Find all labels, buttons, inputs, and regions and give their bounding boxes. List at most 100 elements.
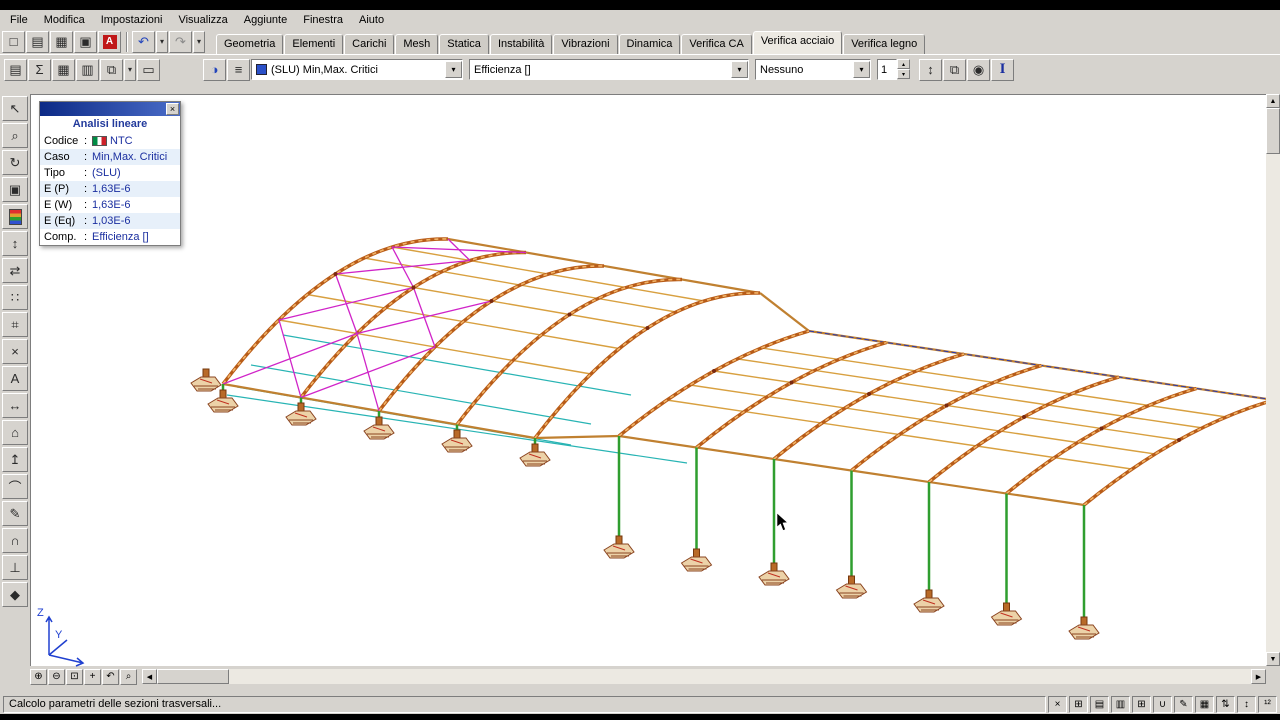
horizontal-scroll-track[interactable] bbox=[229, 669, 1251, 684]
tab-verifica-legno[interactable]: Verifica legno bbox=[843, 34, 926, 54]
layers-dropdown-icon[interactable]: ▾ bbox=[124, 58, 136, 81]
beam-section-icon[interactable]: I bbox=[991, 58, 1014, 81]
horizontal-scrollbar[interactable]: ◀ ▶ bbox=[142, 669, 1266, 684]
tab-dinamica[interactable]: Dinamica bbox=[618, 34, 681, 54]
report-pages-icon[interactable]: ⧉ bbox=[943, 58, 966, 81]
deselect-icon[interactable]: × bbox=[1048, 695, 1067, 713]
undo-dropdown-icon[interactable]: ▾ bbox=[156, 30, 168, 53]
tab-instabilita[interactable]: Instabilità bbox=[489, 34, 553, 54]
swap-view-icon[interactable]: ⇄ bbox=[2, 258, 28, 283]
sort-icon[interactable]: ⇅ bbox=[1216, 695, 1235, 713]
redo-dropdown-icon[interactable]: ▾ bbox=[193, 30, 205, 53]
spinner-down-icon[interactable]: ▾ bbox=[897, 69, 910, 79]
home-view-icon[interactable]: ⌂ bbox=[2, 420, 28, 445]
model-viewport[interactable]: Z Y X × Analisi lineare Codice : NTC Cas… bbox=[30, 94, 1267, 667]
panel-titlebar[interactable]: × bbox=[40, 102, 180, 116]
analysis-info-panel[interactable]: × Analisi lineare Codice : NTC Caso : Mi… bbox=[39, 101, 181, 246]
delete-icon[interactable]: × bbox=[2, 339, 28, 364]
vertical-scroll-track[interactable] bbox=[1266, 154, 1280, 652]
undo-icon[interactable]: ↶ bbox=[132, 30, 155, 53]
tab-statica[interactable]: Statica bbox=[439, 34, 489, 54]
tab-mesh[interactable]: Mesh bbox=[395, 34, 439, 54]
maxmin-envelope-icon[interactable]: ↕ bbox=[919, 58, 942, 81]
menu-aiuto[interactable]: Aiuto bbox=[351, 12, 392, 28]
zoom-out-icon[interactable]: ⊖ bbox=[48, 668, 65, 685]
display-mode-combo[interactable]: Nessuno ▾ bbox=[755, 59, 871, 80]
sheet-icon[interactable]: ▥ bbox=[76, 58, 99, 81]
zoom-in-icon[interactable]: ⊕ bbox=[30, 668, 47, 685]
vertical-scrollbar[interactable]: ▲ ▼ bbox=[1266, 94, 1280, 666]
menu-finestra[interactable]: Finestra bbox=[295, 12, 351, 28]
arch-icon[interactable]: ∩ bbox=[2, 528, 28, 553]
fit-height-icon[interactable]: ↕ bbox=[1237, 695, 1256, 713]
tab-vibrazioni[interactable]: Vibrazioni bbox=[553, 34, 618, 54]
stretch-icon[interactable]: ↔ bbox=[2, 393, 28, 418]
chevron-down-icon[interactable]: ▾ bbox=[853, 61, 870, 78]
rotate-view-icon[interactable]: ↻ bbox=[2, 150, 28, 175]
list-icon[interactable]: ▤ bbox=[1090, 695, 1109, 713]
load-case-combo[interactable]: (SLU) Min,Max. Critici ▾ bbox=[251, 59, 463, 80]
previous-view-icon[interactable]: ↶ bbox=[102, 668, 119, 685]
spinner-up-icon[interactable]: ▴ bbox=[897, 59, 910, 69]
chevron-down-icon[interactable]: ▾ bbox=[731, 61, 748, 78]
horizontal-scroll-thumb[interactable] bbox=[157, 669, 229, 684]
target-node-icon[interactable]: ◉ bbox=[967, 58, 990, 81]
text-annotation-icon[interactable]: A bbox=[2, 366, 28, 391]
new-file-icon[interactable]: □ bbox=[2, 30, 25, 53]
toolbar-separator bbox=[126, 31, 128, 52]
numbering-icon[interactable]: ¹² bbox=[1258, 695, 1277, 713]
tab-verifica-acciaio[interactable]: Verifica acciaio bbox=[752, 31, 843, 54]
result-type-combo[interactable]: Efficienza [] ▾ bbox=[469, 59, 749, 80]
zoom-extents-icon[interactable]: ⊡ bbox=[66, 668, 83, 685]
arc-icon[interactable]: ⌒ bbox=[2, 474, 28, 499]
menu-visualizza[interactable]: Visualizza bbox=[170, 12, 235, 28]
menu-aggiunte[interactable]: Aggiunte bbox=[236, 12, 295, 28]
menu-modifica[interactable]: Modifica bbox=[36, 12, 93, 28]
loads-icon[interactable]: ⊞ bbox=[1132, 695, 1151, 713]
color-scale-icon[interactable] bbox=[2, 204, 28, 229]
result-list-icon[interactable]: ≡ bbox=[227, 58, 250, 81]
open-file-icon[interactable]: ▤ bbox=[26, 30, 49, 53]
zoom-icon[interactable]: ⌕ bbox=[2, 123, 28, 148]
layers-icon[interactable]: ⧉ bbox=[100, 58, 123, 81]
tab-verifica-ca[interactable]: Verifica CA bbox=[681, 34, 752, 54]
scroll-down-icon[interactable]: ▼ bbox=[1266, 652, 1280, 666]
clipboard-icon[interactable]: ▣ bbox=[2, 177, 28, 202]
tab-elementi[interactable]: Elementi bbox=[284, 34, 344, 54]
scale-spinner-input[interactable] bbox=[877, 59, 897, 80]
tab-geometria[interactable]: Geometria bbox=[216, 34, 284, 54]
snap-grid-icon[interactable]: ∷ bbox=[2, 285, 28, 310]
scroll-up-icon[interactable]: ▲ bbox=[1266, 94, 1280, 108]
sum-values-icon[interactable]: Σ bbox=[28, 58, 51, 81]
phase-icon[interactable]: ◑ bbox=[203, 58, 226, 81]
chevron-down-icon[interactable]: ▾ bbox=[445, 61, 462, 78]
dimension-icon[interactable]: ↕ bbox=[2, 231, 28, 256]
scroll-left-icon[interactable]: ◀ bbox=[142, 669, 157, 684]
pan-icon[interactable]: + bbox=[84, 668, 101, 685]
scroll-right-icon[interactable]: ▶ bbox=[1251, 669, 1266, 684]
save-icon[interactable]: ▦ bbox=[50, 30, 73, 53]
tab-carichi[interactable]: Carichi bbox=[344, 34, 395, 54]
edit-icon[interactable]: ✎ bbox=[1174, 695, 1193, 713]
mesh-grid-icon[interactable]: ▦ bbox=[1195, 695, 1214, 713]
extrude-icon[interactable]: ↥ bbox=[2, 447, 28, 472]
close-icon[interactable]: × bbox=[166, 103, 179, 115]
redo-icon[interactable]: ↷ bbox=[169, 30, 192, 53]
pencil-icon[interactable]: ✎ bbox=[2, 501, 28, 526]
table-icon[interactable]: ▦ bbox=[52, 58, 75, 81]
region-select-icon[interactable]: ⌗ bbox=[2, 312, 28, 337]
print-report-icon[interactable]: ▤ bbox=[4, 58, 27, 81]
pdf-export-icon[interactable]: A bbox=[98, 30, 121, 53]
select-arrow-icon[interactable]: ↖ bbox=[2, 96, 28, 121]
display-options-icon[interactable]: ▭ bbox=[137, 58, 160, 81]
marker-icon[interactable]: ◆ bbox=[2, 582, 28, 607]
nodes-icon[interactable]: ⊞ bbox=[1069, 695, 1088, 713]
print-icon[interactable]: ▣ bbox=[74, 30, 97, 53]
section-cut-icon[interactable]: ⊥ bbox=[2, 555, 28, 580]
magnet-icon[interactable]: ∪ bbox=[1153, 695, 1172, 713]
zoom-window-icon[interactable]: ⌕ bbox=[120, 668, 137, 685]
menu-impostazioni[interactable]: Impostazioni bbox=[93, 12, 171, 28]
panels-icon[interactable]: ▥ bbox=[1111, 695, 1130, 713]
vertical-scroll-thumb[interactable] bbox=[1266, 108, 1280, 154]
menu-file[interactable]: File bbox=[2, 12, 36, 28]
